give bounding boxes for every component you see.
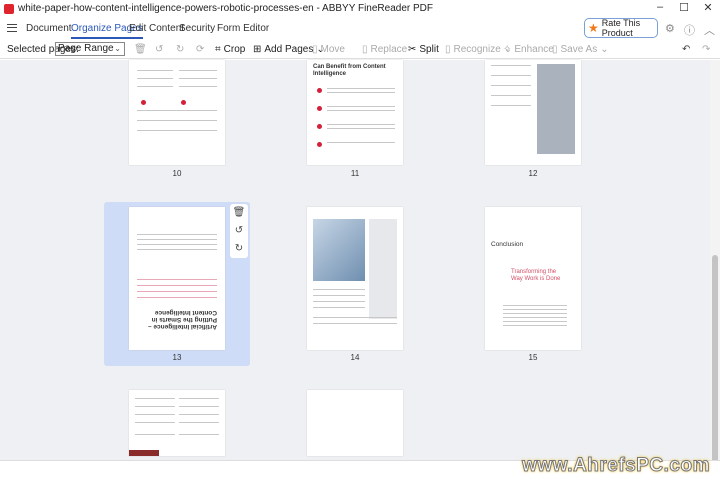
page-number-label: 11 bbox=[350, 169, 360, 178]
app-icon bbox=[4, 3, 14, 14]
split-label: Split bbox=[419, 44, 439, 55]
move-label: Move bbox=[320, 44, 345, 55]
close-button[interactable]: ✕ bbox=[696, 1, 720, 14]
save-as-button[interactable]: ▯ Save As ⌄ bbox=[552, 44, 609, 55]
recognize-icon: ▯ bbox=[445, 44, 451, 55]
page-thumbnail-15[interactable]: Conclusion Transforming the Way Work is … bbox=[485, 207, 581, 350]
watermark: www.AhrefsPC.com bbox=[522, 455, 710, 477]
page-actions-panel: 🗑 ↺ ↻ bbox=[230, 204, 248, 258]
page-number-label: 15 bbox=[528, 353, 538, 362]
rotate-right-icon[interactable]: ↻ bbox=[230, 240, 248, 258]
page-thumbnail-14[interactable] bbox=[307, 207, 403, 350]
rate-label: Rate This Product bbox=[601, 18, 641, 38]
page-heading: Artificial Intelligence – Putting the Sm… bbox=[148, 309, 217, 330]
star-icon: ★ bbox=[588, 21, 599, 35]
hamburger-menu-icon[interactable] bbox=[7, 24, 17, 32]
move-button[interactable]: ▯ Move bbox=[312, 44, 345, 55]
rotate-left-icon[interactable]: ↺ bbox=[230, 222, 248, 240]
delete-icon[interactable]: 🗑 bbox=[134, 44, 147, 55]
page-thumbnail-16[interactable] bbox=[129, 390, 225, 456]
recognize-label: Recognize bbox=[453, 44, 501, 55]
add-page-icon: ⊞ bbox=[253, 44, 262, 55]
page-thumbnails-area: 10 Can Benefit from Content Intelligence… bbox=[0, 60, 710, 460]
vertical-scrollbar[interactable] bbox=[710, 60, 720, 465]
scissors-icon: ✂ bbox=[408, 44, 417, 55]
settings-gear-icon[interactable]: ⚙ bbox=[665, 22, 675, 35]
replace-icon: ▯ bbox=[362, 44, 368, 55]
save-as-label: Save As bbox=[560, 44, 598, 55]
split-button[interactable]: ✂ Split bbox=[408, 44, 439, 55]
page-range-value: Page Range bbox=[58, 43, 114, 54]
rate-product-button[interactable]: ★ Rate This Product bbox=[584, 18, 658, 38]
enhance-button[interactable]: ✧ Enhance bbox=[503, 44, 554, 55]
tab-document[interactable]: Document bbox=[26, 23, 72, 34]
page-thumbnail-10[interactable] bbox=[129, 60, 225, 165]
add-pages-label: Add Pages bbox=[264, 44, 314, 55]
minimize-button[interactable]: – bbox=[648, 1, 672, 13]
delete-page-icon[interactable]: 🗑 bbox=[230, 204, 248, 222]
rotate-left-icon[interactable]: ↺ bbox=[155, 44, 163, 55]
redo-icon[interactable]: ↷ bbox=[702, 44, 710, 55]
page-subheading: Transforming the Way Work is Done bbox=[511, 269, 561, 282]
maximize-button[interactable]: ☐ bbox=[672, 1, 696, 14]
chevron-down-icon: ⌄ bbox=[114, 44, 121, 53]
window-title: white-paper-how-content-intelligence-pow… bbox=[18, 3, 434, 14]
toolbar: Selected pages: Page Range ⌄ 🗑 ↺ ↻ ⟳ ⌗ Cro… bbox=[0, 41, 720, 59]
page-thumbnail-17[interactable] bbox=[307, 390, 403, 456]
page-number-label: 14 bbox=[350, 353, 360, 362]
tab-form-editor[interactable]: Form Editor bbox=[217, 23, 269, 34]
rotate-right-icon[interactable]: ↻ bbox=[176, 44, 184, 55]
page-thumbnail-13[interactable]: Artificial Intelligence – Putting the Sm… bbox=[129, 207, 225, 350]
wand-icon: ✧ bbox=[503, 44, 512, 55]
enhance-label: Enhance bbox=[514, 44, 554, 55]
chevron-down-icon: ⌄ bbox=[600, 44, 609, 55]
help-icon[interactable]: ⓘ bbox=[684, 22, 695, 38]
page-thumbnail-12[interactable] bbox=[485, 60, 581, 165]
auto-rotate-icon[interactable]: ⟳ bbox=[196, 44, 204, 55]
page-number-label: 13 bbox=[172, 353, 182, 362]
page-heading: Conclusion bbox=[491, 241, 524, 248]
undo-icon[interactable]: ↶ bbox=[682, 44, 690, 55]
page-number-label: 10 bbox=[172, 169, 182, 178]
tab-edit-content[interactable]: Edit Content bbox=[129, 23, 184, 34]
collapse-ribbon-icon[interactable]: ︿ bbox=[704, 22, 715, 38]
status-bar: www.AhrefsPC.com bbox=[0, 455, 720, 480]
crop-icon: ⌗ bbox=[215, 44, 221, 55]
page-range-select[interactable]: Page Range ⌄ bbox=[55, 42, 125, 56]
title-bar: white-paper-how-content-intelligence-pow… bbox=[0, 0, 720, 17]
page-heading: Can Benefit from Content Intelligence bbox=[313, 64, 386, 77]
page-number-label: 12 bbox=[528, 169, 538, 178]
replace-label: Replace bbox=[370, 44, 408, 55]
tab-security[interactable]: Security bbox=[179, 23, 215, 34]
save-icon: ▯ bbox=[552, 44, 558, 55]
scrollbar-thumb[interactable] bbox=[712, 255, 718, 465]
crop-label: Crop bbox=[223, 44, 246, 55]
move-icon: ▯ bbox=[312, 44, 318, 55]
replace-button[interactable]: ▯ Replace bbox=[362, 44, 407, 55]
crop-button[interactable]: ⌗ Crop bbox=[215, 44, 245, 55]
page-thumbnail-11[interactable]: Can Benefit from Content Intelligence bbox=[307, 60, 403, 165]
